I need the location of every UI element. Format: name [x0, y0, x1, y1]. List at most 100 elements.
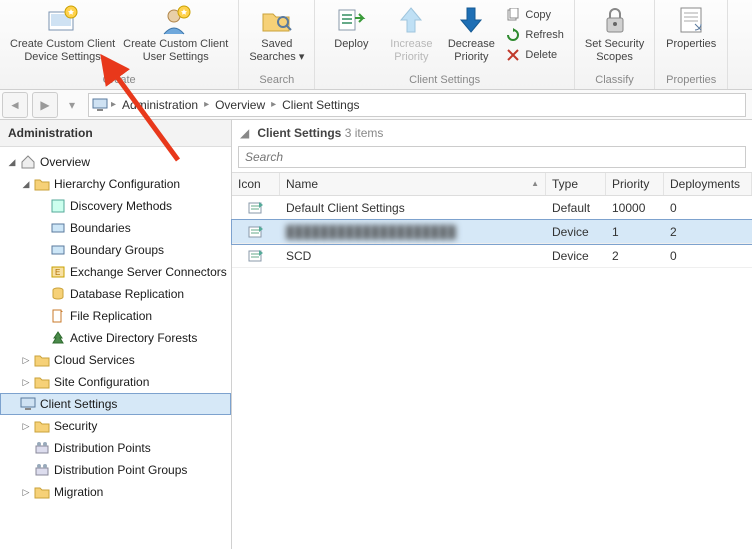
create-device-settings-button[interactable]: Create Custom ClientDevice Settings — [6, 2, 119, 66]
col-name[interactable]: Name — [280, 173, 546, 195]
tree-node-label: Site Configuration — [54, 375, 149, 389]
tree-node-overview[interactable]: ◢ Overview — [0, 151, 231, 173]
search-box — [238, 146, 746, 168]
copy-button[interactable]: Copy — [501, 6, 568, 24]
breadcrumb-item[interactable]: Client Settings — [276, 98, 365, 112]
tree-node-label: Distribution Point Groups — [54, 463, 187, 477]
tree-node-label: Discovery Methods — [70, 199, 172, 213]
button-label: Refresh — [525, 29, 564, 41]
cell-type: Device — [546, 222, 606, 242]
col-icon[interactable]: Icon — [232, 173, 280, 195]
boundary-icon — [50, 242, 66, 258]
arrow-up-icon — [395, 4, 427, 36]
cell-deployments: 0 — [664, 246, 752, 266]
saved-searches-button[interactable]: SavedSearches ▾ — [245, 2, 308, 66]
table-row[interactable]: SCDDevice20 — [232, 244, 752, 268]
button-label: Deploy — [334, 38, 368, 51]
properties-button[interactable]: Properties — [661, 2, 721, 53]
group-label: Properties — [666, 72, 716, 89]
tree-node-distribution-points[interactable]: Distribution Points — [0, 437, 231, 459]
button-label: SavedSearches ▾ — [249, 38, 304, 64]
button-label: Delete — [525, 49, 557, 61]
table-row[interactable]: ████████████████████Device12 — [232, 220, 752, 244]
nav-dropdown[interactable]: ▾ — [62, 92, 82, 118]
content-header: ◢ Client Settings 3 items — [232, 120, 752, 146]
tree-node-active-directory-forests[interactable]: Active Directory Forests — [0, 327, 231, 349]
tree-node-database-replication[interactable]: Database Replication — [0, 283, 231, 305]
collapse-icon[interactable]: ◢ — [240, 126, 254, 140]
group-label: Create — [103, 72, 136, 89]
item-count: 3 items — [345, 126, 384, 140]
refresh-button[interactable]: Refresh — [501, 26, 568, 44]
tree-node-label: Cloud Services — [54, 353, 135, 367]
tree-node-migration[interactable]: ▷Migration — [0, 481, 231, 503]
dist-icon — [34, 462, 50, 478]
folder-icon — [34, 418, 50, 434]
cell-priority: 10000 — [606, 198, 664, 218]
deploy-button[interactable]: Deploy — [321, 2, 381, 53]
group-label: Search — [259, 72, 294, 89]
nav-back-button[interactable]: ◄ — [2, 92, 28, 118]
collapse-twisty-icon[interactable]: ◢ — [6, 157, 18, 168]
exchange-icon: E — [50, 264, 66, 280]
delete-button[interactable]: Delete — [501, 46, 568, 64]
deploy-icon — [335, 4, 367, 36]
increase-priority-button: IncreasePriority — [381, 2, 441, 66]
tree-node-boundary-groups[interactable]: Boundary Groups — [0, 239, 231, 261]
button-label: Create Custom ClientDevice Settings — [10, 38, 115, 64]
cell-deployments: 2 — [664, 222, 752, 242]
tree-node-label: Overview — [40, 155, 90, 169]
svg-text:E: E — [55, 268, 60, 277]
lock-icon — [599, 4, 631, 36]
tree-node-site-configuration[interactable]: ▷ Site Configuration — [0, 371, 231, 393]
tree-node-client-settings[interactable]: Client Settings — [0, 393, 231, 415]
folder-search-icon — [261, 4, 293, 36]
tree-node-label: Client Settings — [40, 397, 117, 411]
cell-name: Default Client Settings — [280, 198, 546, 218]
decrease-priority-button[interactable]: DecreasePriority — [441, 2, 501, 66]
tree-node-boundaries[interactable]: Boundaries — [0, 217, 231, 239]
set-security-scopes-button[interactable]: Set SecurityScopes — [581, 2, 648, 66]
house-icon — [20, 154, 36, 170]
tree-node-file-replication[interactable]: File Replication — [0, 305, 231, 327]
cell-deployments: 0 — [664, 198, 752, 218]
breadcrumb[interactable]: ▸ Administration ▸ Overview ▸ Client Set… — [88, 93, 746, 117]
tree-node-label: Database Replication — [70, 287, 184, 301]
nav-tree: Administration ◢Overview◢Hierarchy Confi… — [0, 120, 232, 549]
expand-twisty-icon[interactable]: ▷ — [20, 377, 32, 388]
cell-name: ████████████████████ — [280, 222, 546, 242]
nav-forward-button[interactable]: ▶ — [32, 92, 58, 118]
ribbon-group-search: SavedSearches ▾ Search — [239, 0, 315, 89]
tree-icon — [50, 330, 66, 346]
monitor-icon — [20, 396, 36, 412]
expand-twisty-icon[interactable]: ▷ — [20, 355, 32, 366]
tree-body: ◢ Overview ◢Hierarchy Configuration Discove… — [0, 147, 231, 507]
tree-node-discovery-methods[interactable]: Discovery Methods — [0, 195, 231, 217]
refresh-icon — [505, 27, 521, 43]
expand-twisty-icon[interactable]: ▷ — [20, 421, 32, 432]
collapse-twisty-icon[interactable]: ◢ — [20, 179, 32, 190]
table-row[interactable]: Default Client SettingsDefault100000 — [232, 196, 752, 220]
col-deployments[interactable]: Deployments — [664, 173, 752, 195]
ribbon-group-client-settings: Deploy IncreasePriority DecreasePriority… — [315, 0, 575, 89]
search-input[interactable] — [238, 146, 746, 168]
expand-twisty-icon[interactable]: ▷ — [20, 487, 32, 498]
col-priority[interactable]: Priority — [606, 173, 664, 195]
tree-node-hierarchy-configuration[interactable]: ◢Hierarchy Configuration — [0, 173, 231, 195]
db-icon — [50, 286, 66, 302]
col-type[interactable]: Type — [546, 173, 606, 195]
ribbon-group-properties: Properties Properties — [655, 0, 728, 89]
file-icon — [50, 308, 66, 324]
folder-icon — [34, 484, 50, 500]
breadcrumb-item[interactable]: Overview — [209, 98, 271, 112]
tree-node-label: File Replication — [70, 309, 152, 323]
breadcrumb-item[interactable]: Administration — [116, 98, 204, 112]
settings-row-icon — [232, 224, 280, 240]
tree-node-exchange-server-connectors[interactable]: EExchange Server Connectors — [0, 261, 231, 283]
tree-node-security[interactable]: ▷Security — [0, 415, 231, 437]
tree-node-label: Active Directory Forests — [70, 331, 197, 345]
ribbon-group-classify: Set SecurityScopes Classify — [575, 0, 655, 89]
tree-node-distribution-point-groups[interactable]: Distribution Point Groups — [0, 459, 231, 481]
tree-node-cloud-services[interactable]: ▷ Cloud Services — [0, 349, 231, 371]
create-user-settings-button[interactable]: Create Custom ClientUser Settings — [119, 2, 232, 66]
